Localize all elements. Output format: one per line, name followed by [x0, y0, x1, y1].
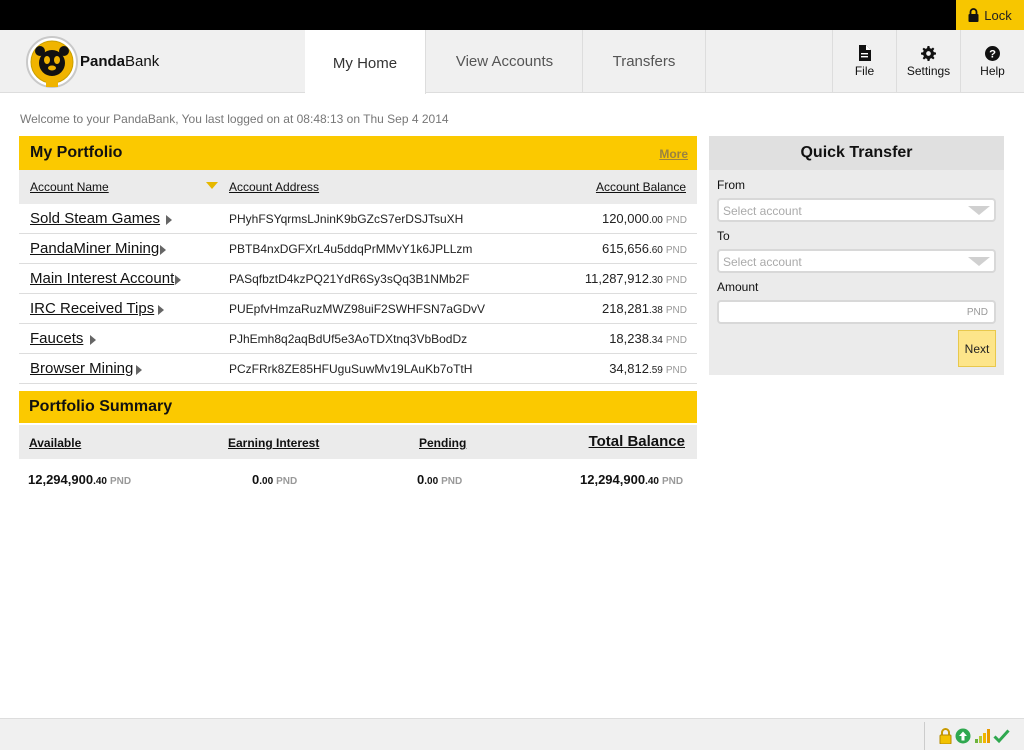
- next-button[interactable]: Next: [958, 330, 996, 367]
- more-link[interactable]: More: [659, 147, 688, 161]
- portfolio-header: My Portfolio More: [19, 136, 697, 170]
- table-row: Main Interest Account PASqfbztD4kzPQ21Yd…: [19, 264, 697, 294]
- settings-button[interactable]: Settings: [896, 30, 960, 93]
- tab-transfers[interactable]: Transfers: [583, 30, 706, 93]
- lock-label: Lock: [984, 7, 1012, 23]
- account-balance: 615,656.60 PND: [601, 241, 687, 256]
- help-icon: ?: [985, 45, 1000, 61]
- column-account-balance[interactable]: Account Balance: [596, 180, 686, 194]
- account-balance: 120,000.00 PND: [601, 211, 687, 226]
- amount-label: Amount: [717, 280, 759, 294]
- summary-earning-interest-header[interactable]: Earning Interest: [228, 436, 319, 450]
- account-balance: 34,812.59 PND: [609, 361, 687, 376]
- from-account-select[interactable]: Select account: [717, 198, 996, 222]
- gear-icon: [921, 45, 936, 61]
- table-row: IRC Received Tips PUEpfvHmzaRuzMWZ98uiF2…: [19, 294, 697, 324]
- caret-right-icon[interactable]: [160, 245, 166, 255]
- file-label: File: [854, 64, 875, 78]
- caret-right-icon[interactable]: [175, 275, 181, 285]
- portfolio-title: My Portfolio: [30, 144, 123, 161]
- summary-available-header[interactable]: Available: [29, 436, 81, 450]
- column-account-name[interactable]: Account Name: [30, 180, 109, 194]
- file-icon: [859, 45, 871, 61]
- available-amount: 12,294,900.40 PND: [28, 472, 132, 487]
- pending-amount: 0.00 PND: [417, 472, 463, 487]
- top-bar: Lock: [0, 0, 1024, 30]
- account-address: PASqfbztD4kzPQ21YdR6Sy3sQq3B1NMb2F: [229, 272, 470, 286]
- summary-header: Portfolio Summary: [19, 391, 697, 423]
- account-address: PCzFRrk8ZE85HFUguSuwMv19LAuKb7oTtH: [229, 362, 473, 376]
- tab-view-accounts[interactable]: View Accounts: [427, 30, 583, 93]
- app-header: PandaBank My Home View Accounts Transfer…: [0, 30, 1024, 94]
- account-address: PBTB4nxDGFXrL4u5ddqPrMMvY1k6JPLLzm: [229, 242, 473, 256]
- account-list: Sold Steam Games PHyhFSYqrmsLJninK9bGZcS…: [19, 204, 697, 384]
- from-placeholder: Select account: [723, 204, 802, 218]
- caret-right-icon[interactable]: [158, 305, 164, 315]
- column-account-address[interactable]: Account Address: [229, 180, 319, 194]
- sync-up-icon[interactable]: [955, 728, 971, 744]
- pandabank-logo: [26, 36, 78, 88]
- account-name-link[interactable]: PandaMiner Mining: [30, 240, 159, 257]
- account-name-link[interactable]: Sold Steam Games: [30, 210, 160, 227]
- summary-total-balance-header[interactable]: Total Balance: [589, 433, 685, 450]
- signal-strength-icon[interactable]: [974, 728, 990, 744]
- caret-right-icon[interactable]: [90, 335, 96, 345]
- table-row: Faucets PJhEmh8q2aqBdUf5e3AoTDXtnq3VbBod…: [19, 324, 697, 354]
- help-label: Help: [980, 63, 1005, 78]
- settings-label: Settings: [906, 63, 951, 78]
- file-button[interactable]: File: [832, 30, 896, 93]
- status-bar: [0, 718, 1024, 750]
- amount-input[interactable]: PND: [717, 300, 996, 324]
- account-name-link[interactable]: IRC Received Tips: [30, 300, 154, 317]
- chevron-down-icon: [968, 206, 990, 215]
- summary-column-headers: Available Earning Interest Pending Total…: [19, 425, 697, 459]
- table-row: PandaMiner Mining PBTB4nxDGFXrL4u5ddqPrM…: [19, 234, 697, 264]
- account-address: PHyhFSYqrmsLJninK9bGZcS7erDSJTsuXH: [229, 212, 464, 226]
- from-label: From: [717, 178, 745, 192]
- account-balance: 218,281.38 PND: [601, 301, 687, 316]
- account-name-link[interactable]: Main Interest Account: [30, 270, 174, 287]
- quick-transfer-panel: Quick Transfer From Select account To Se…: [709, 136, 1004, 375]
- summary-title: Portfolio Summary: [29, 398, 173, 415]
- padlock-icon: [968, 8, 979, 22]
- brand-name: PandaBank: [80, 53, 160, 70]
- status-tray: [924, 722, 1024, 750]
- to-placeholder: Select account: [723, 255, 802, 269]
- account-name-link[interactable]: Browser Mining: [30, 360, 133, 377]
- table-row: Sold Steam Games PHyhFSYqrmsLJninK9bGZcS…: [19, 204, 697, 234]
- sort-desc-icon[interactable]: [206, 182, 218, 189]
- account-balance: 18,238.34 PND: [609, 331, 687, 346]
- to-account-select[interactable]: Select account: [717, 249, 996, 273]
- to-label: To: [717, 229, 730, 243]
- account-name-link[interactable]: Faucets: [30, 330, 83, 347]
- table-row: Browser Mining PCzFRrk8ZE85HFUguSuwMv19L…: [19, 354, 697, 384]
- quick-transfer-title: Quick Transfer: [709, 136, 1004, 170]
- earning-interest-amount: 0.00 PND: [252, 472, 298, 487]
- caret-right-icon[interactable]: [136, 365, 142, 375]
- help-button[interactable]: ? Help: [960, 30, 1024, 93]
- account-address: PJhEmh8q2aqBdUf5e3AoTDXtnq3VbBodDz: [229, 332, 468, 346]
- summary-pending-header[interactable]: Pending: [419, 436, 466, 450]
- account-address: PUEpfvHmzaRuzMWZ98uiF2SWHFSN7aGDvV: [229, 302, 486, 316]
- amount-currency: PND: [966, 307, 988, 318]
- checkmark-icon[interactable]: [993, 728, 1010, 744]
- caret-right-icon[interactable]: [166, 215, 172, 225]
- svg-text:?: ?: [989, 48, 996, 60]
- padlock-icon[interactable]: [939, 728, 952, 744]
- total-balance-amount: 12,294,900.40 PND: [580, 472, 684, 487]
- welcome-message: Welcome to your PandaBank, You last logg…: [20, 112, 449, 126]
- account-balance: 11,287,912.30 PND: [584, 271, 687, 286]
- tab-my-home[interactable]: My Home: [305, 30, 426, 94]
- lock-button[interactable]: Lock: [956, 0, 1024, 30]
- chevron-down-icon: [968, 257, 990, 266]
- portfolio-column-headers: Account Name Account Address Account Bal…: [19, 170, 697, 204]
